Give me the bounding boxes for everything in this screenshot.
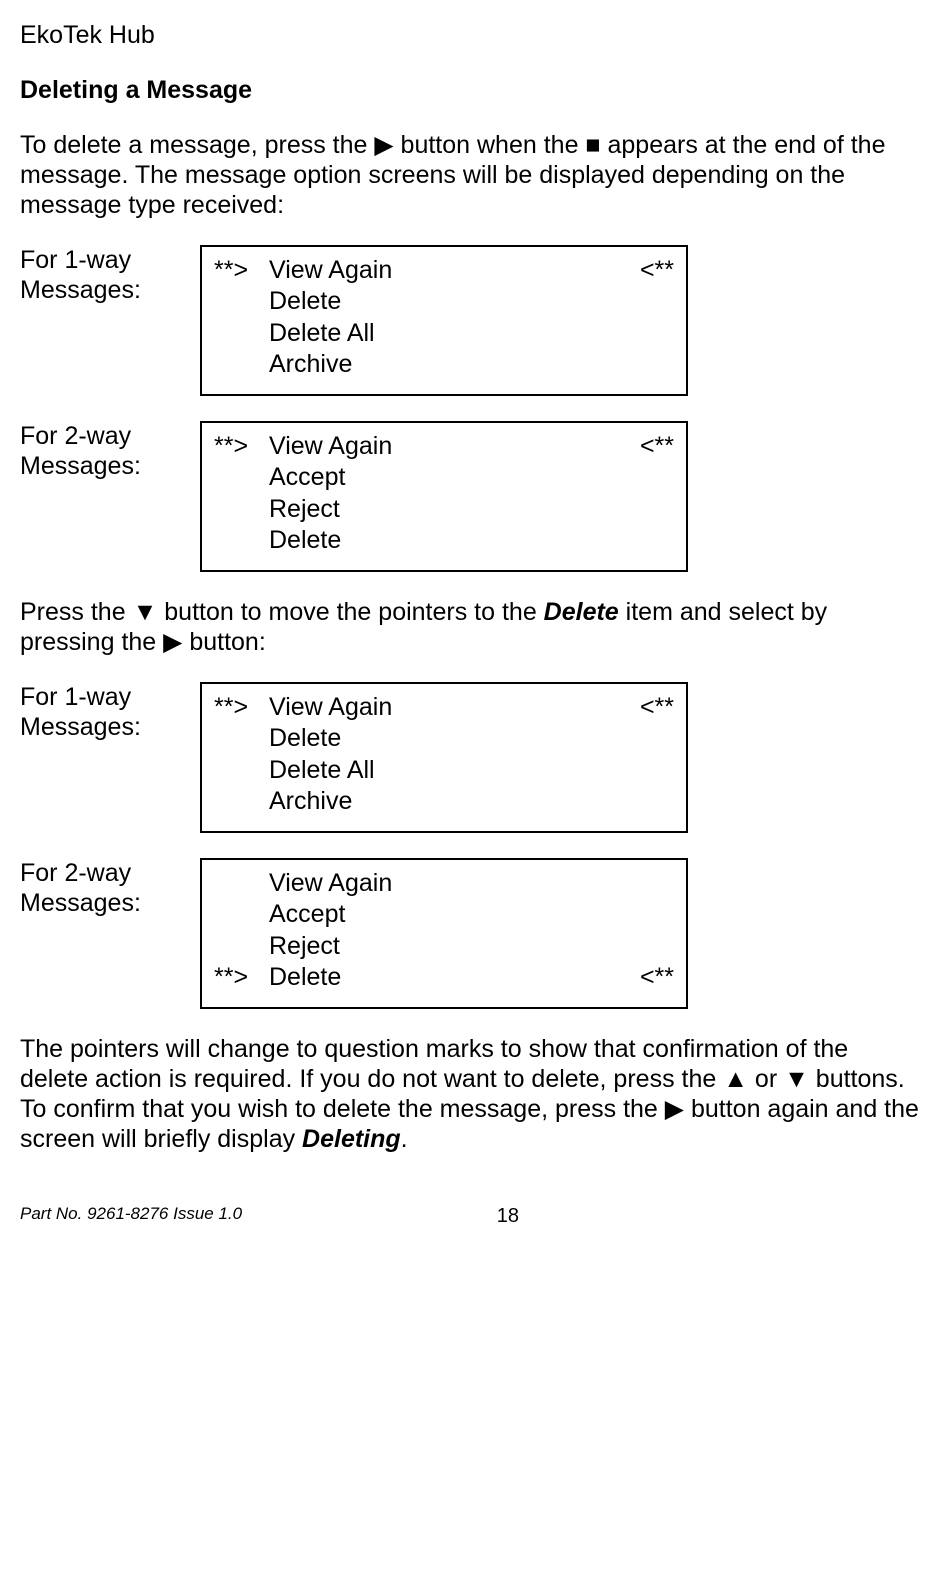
- label-1way-2: For 1-way Messages:: [20, 682, 200, 742]
- pointer-right: [619, 723, 674, 754]
- pointer-right: <**: [619, 255, 674, 286]
- screen-item-label: Delete: [269, 286, 619, 317]
- p2-d: button:: [182, 628, 265, 656]
- p2-b: button to move the pointers to the: [157, 598, 543, 626]
- pointer-right: <**: [619, 431, 674, 462]
- pointer-right: [619, 349, 674, 380]
- pointer-right: [619, 318, 674, 349]
- screen-item-label: Archive: [269, 786, 619, 817]
- up-triangle-icon: ▲: [723, 1064, 748, 1094]
- screen-item-label: View Again: [269, 431, 619, 462]
- screen-item-label: Accept: [269, 899, 619, 930]
- pointer-left: **>: [214, 431, 269, 462]
- pointer-left: [214, 462, 269, 493]
- screen-line: Delete All: [214, 318, 674, 349]
- screen-1way-selected: **> View Again<**DeleteDelete AllArchive: [200, 682, 688, 833]
- pointer-right: [619, 494, 674, 525]
- screen-line: View Again: [214, 868, 674, 899]
- screen-line: Accept: [214, 462, 674, 493]
- screen-line: Archive: [214, 349, 674, 380]
- screen-item-label: View Again: [269, 868, 619, 899]
- section-heading: Deleting a Message: [20, 75, 919, 105]
- pointer-left: [214, 723, 269, 754]
- pointer-left: **>: [214, 692, 269, 723]
- screen-line: Reject: [214, 494, 674, 525]
- screen-item-label: Archive: [269, 349, 619, 380]
- p3-b: or: [748, 1065, 784, 1093]
- screen-2way-selected: View AgainAcceptReject**> Delete<**: [200, 858, 688, 1009]
- paragraph-1: To delete a message, press the ▶ button …: [20, 130, 919, 220]
- screen-line: Delete: [214, 525, 674, 556]
- pointer-right: [619, 462, 674, 493]
- screen-item-label: Delete All: [269, 318, 619, 349]
- pointer-right: [619, 286, 674, 317]
- screen-item-label: Accept: [269, 462, 619, 493]
- pointer-right: [619, 899, 674, 930]
- screen-line: Delete: [214, 723, 674, 754]
- screen-line: Accept: [214, 899, 674, 930]
- p2-delete: Delete: [544, 598, 619, 626]
- pointer-right: <**: [619, 692, 674, 723]
- screen-item-label: Reject: [269, 494, 619, 525]
- screen-line: **> Delete<**: [214, 962, 674, 993]
- p2-a: Press the: [20, 598, 133, 626]
- pointer-left: **>: [214, 962, 269, 993]
- pointer-right: [619, 931, 674, 962]
- pointer-left: [214, 494, 269, 525]
- pointer-left: [214, 755, 269, 786]
- pointer-left: [214, 525, 269, 556]
- label-2way-1: For 2-way Messages:: [20, 421, 200, 481]
- screen-item-label: View Again: [269, 255, 619, 286]
- right-triangle-icon-3: ▶: [665, 1094, 684, 1124]
- right-triangle-icon: ▶: [374, 130, 393, 160]
- pointer-right: [619, 755, 674, 786]
- label-1way-1: For 1-way Messages:: [20, 245, 200, 305]
- footer-partno: Part No. 9261-8276 Issue 1.0: [20, 1204, 242, 1228]
- screen-line: **> View Again<**: [214, 692, 674, 723]
- screen-line: **> View Again<**: [214, 431, 674, 462]
- down-triangle-icon: ▼: [133, 597, 158, 627]
- pointer-left: [214, 318, 269, 349]
- screen-line: Archive: [214, 786, 674, 817]
- screen-line: Delete: [214, 286, 674, 317]
- p3-deleting: Deleting: [302, 1125, 401, 1153]
- screen-item-label: View Again: [269, 692, 619, 723]
- pointer-left: [214, 868, 269, 899]
- pointer-left: **>: [214, 255, 269, 286]
- pointer-left: [214, 286, 269, 317]
- screen-line: Reject: [214, 931, 674, 962]
- pointer-right: [619, 786, 674, 817]
- paragraph-3: The pointers will change to question mar…: [20, 1034, 919, 1154]
- pointer-left: [214, 786, 269, 817]
- screen-line: Delete All: [214, 755, 674, 786]
- screen-item-label: Reject: [269, 931, 619, 962]
- screen-item-label: Delete: [269, 723, 619, 754]
- paragraph-2: Press the ▼ button to move the pointers …: [20, 597, 919, 657]
- screen-item-label: Delete: [269, 962, 619, 993]
- page-footer: Part No. 9261-8276 Issue 1.0 18: [20, 1204, 919, 1228]
- pointer-left: [214, 931, 269, 962]
- screen-2way-initial: **> View Again<**AcceptRejectDelete: [200, 421, 688, 572]
- screen-item-label: Delete: [269, 525, 619, 556]
- right-triangle-icon-2: ▶: [163, 627, 182, 657]
- p3-e: .: [401, 1125, 408, 1153]
- down-triangle-icon-2: ▼: [784, 1064, 809, 1094]
- pointer-right: [619, 525, 674, 556]
- label-2way-2: For 2-way Messages:: [20, 858, 200, 918]
- pointer-right: [619, 868, 674, 899]
- p1-b: button when the: [394, 131, 586, 159]
- pointer-right: <**: [619, 962, 674, 993]
- page-header: EkoTek Hub: [20, 20, 919, 50]
- p1-a: To delete a message, press the: [20, 131, 374, 159]
- screen-item-label: Delete All: [269, 755, 619, 786]
- screen-line: **> View Again<**: [214, 255, 674, 286]
- screen-1way-initial: **> View Again<**DeleteDelete AllArchive: [200, 245, 688, 396]
- footer-pagenum: 18: [497, 1204, 519, 1228]
- pointer-left: [214, 899, 269, 930]
- square-icon: ■: [585, 130, 600, 160]
- pointer-left: [214, 349, 269, 380]
